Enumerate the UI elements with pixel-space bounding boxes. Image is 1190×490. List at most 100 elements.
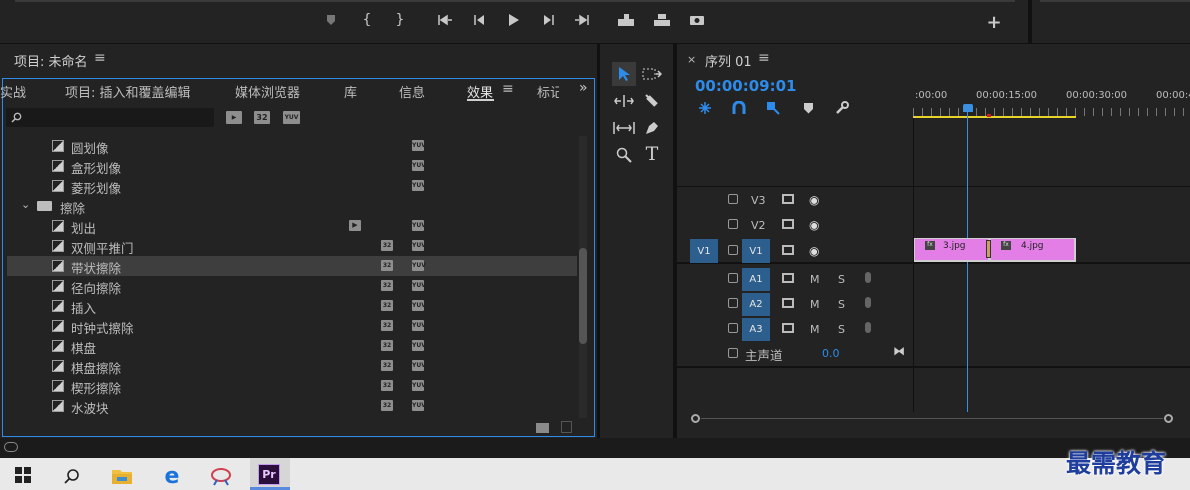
sync-lock-icon[interactable] [782, 245, 794, 255]
go-to-out-icon[interactable] [573, 12, 591, 28]
tab-markers[interactable]: 标记 [537, 82, 559, 101]
panel-menu-icon[interactable]: ≡ [94, 50, 106, 66]
scroll-handle-right[interactable] [1164, 414, 1173, 423]
track-target-a2[interactable]: A2 [742, 293, 770, 316]
lock-icon[interactable] [728, 348, 738, 358]
list-item[interactable]: 楔形擦除 32 YUV [7, 376, 577, 396]
playhead-handle[interactable] [963, 104, 973, 112]
scrollbar-thumb[interactable] [579, 248, 587, 344]
marker-icon[interactable] [324, 12, 338, 28]
folder-row[interactable]: ⌄ 擦除 [7, 196, 577, 216]
new-bin-icon[interactable] [536, 423, 549, 433]
effects-menu-icon[interactable]: ≡ [502, 81, 514, 97]
razor-tool-icon[interactable] [640, 90, 664, 112]
slip-tool-icon[interactable] [612, 117, 636, 139]
list-item[interactable]: 盒形划像 YUV [7, 156, 577, 176]
solo-button[interactable]: S [838, 323, 845, 336]
accelerated-effects-filter-icon[interactable]: ▶ [226, 111, 242, 124]
microphone-icon[interactable] [865, 297, 871, 308]
sync-lock-icon[interactable] [782, 323, 794, 333]
work-area-bar[interactable] [913, 116, 1076, 118]
time-ruler[interactable]: :00:00 00:00:15:00 00:00:30:00 00:00:4 [913, 88, 1190, 118]
tab-info[interactable]: 信息 [399, 82, 425, 101]
tab-project-insert-overwrite[interactable]: 项目: 插入和覆盖编辑 [65, 82, 191, 101]
wrench-icon[interactable] [834, 100, 850, 116]
sync-lock-icon[interactable] [782, 219, 794, 229]
windows-start-icon[interactable] [14, 466, 32, 484]
add-button[interactable]: + [985, 12, 1003, 33]
delete-icon[interactable] [561, 421, 572, 433]
mute-button[interactable]: M [810, 273, 820, 286]
effects-search-input[interactable] [6, 108, 214, 127]
list-item[interactable]: 棋盘 32 YUV [7, 336, 577, 356]
insert-icon[interactable] [616, 11, 636, 29]
type-tool-icon[interactable]: T [640, 143, 664, 165]
zoom-tool-icon[interactable] [612, 144, 636, 166]
add-marker-icon[interactable] [801, 101, 815, 115]
eye-icon[interactable]: ◉ [809, 244, 819, 258]
clip-3jpg[interactable]: fx 3.jpg [915, 239, 988, 260]
sequence-menu-icon[interactable]: ≡ [758, 50, 770, 66]
lock-icon[interactable] [728, 219, 738, 229]
sync-lock-icon[interactable] [782, 194, 794, 204]
list-item[interactable]: 划出 ▶ YUV [7, 216, 577, 236]
scroll-handle-left[interactable] [691, 414, 700, 423]
linked-selection-icon[interactable] [765, 100, 781, 116]
lock-icon[interactable] [728, 245, 738, 255]
chevron-down-icon[interactable]: ⌄ [21, 198, 30, 211]
list-item[interactable]: 菱形划像 YUV [7, 176, 577, 196]
list-item[interactable]: 双侧平推门 32 YUV [7, 236, 577, 256]
project-title[interactable]: 项目: 未命名 [14, 51, 88, 70]
go-to-icon[interactable]: ⧓ [893, 344, 905, 358]
eye-icon[interactable]: ◉ [809, 193, 819, 207]
list-item[interactable]: 棋盘擦除 32 YUV [7, 356, 577, 376]
source-patch-v1[interactable]: V1 [690, 239, 718, 263]
eye-icon[interactable]: ◉ [809, 218, 819, 232]
mute-button[interactable]: M [810, 298, 820, 311]
search-icon[interactable] [62, 466, 82, 486]
close-icon[interactable]: × [687, 53, 696, 66]
master-volume-value[interactable]: 0.0 [822, 347, 840, 360]
timecode-display[interactable]: 00:00:09:01 [695, 77, 797, 95]
lock-icon[interactable] [728, 298, 738, 308]
pen-tool-icon[interactable] [640, 117, 664, 139]
list-item[interactable]: 水波块 32 YUV [7, 396, 577, 416]
list-item[interactable]: 径向擦除 32 YUV [7, 276, 577, 296]
play-icon[interactable] [506, 11, 522, 29]
list-item-selected[interactable]: 带状擦除 32 YUV [7, 256, 577, 276]
selection-tool-icon[interactable] [612, 62, 636, 86]
sync-lock-icon[interactable] [782, 298, 794, 308]
solo-button[interactable]: S [838, 273, 845, 286]
track-label[interactable]: V2 [751, 219, 766, 232]
tab-practice[interactable]: 实战 [0, 82, 26, 101]
tab-media-browser[interactable]: 媒体浏览器 [235, 82, 300, 101]
scrub-bar[interactable] [15, 0, 1015, 2]
clip-4jpg[interactable]: fx 4.jpg [991, 239, 1074, 260]
mute-button[interactable]: M [810, 323, 820, 336]
32bit-filter-button[interactable]: 32 [254, 111, 270, 124]
playhead-line[interactable] [967, 112, 968, 412]
edge-icon[interactable]: e [160, 464, 184, 489]
mark-out-icon[interactable]: } [393, 11, 407, 29]
track-target-v1[interactable]: V1 [742, 239, 770, 263]
list-item[interactable]: 圆划像 YUV [7, 136, 577, 156]
mark-in-icon[interactable]: { [360, 11, 374, 29]
file-explorer-icon[interactable] [110, 465, 134, 487]
premiere-pro-taskbar-item[interactable]: Pr [250, 458, 290, 490]
lock-icon[interactable] [728, 273, 738, 283]
more-tabs-icon[interactable]: » [579, 80, 588, 96]
step-back-icon[interactable] [471, 12, 487, 28]
scrollbar-track[interactable] [579, 136, 587, 418]
nest-icon[interactable] [697, 100, 713, 116]
track-target-a3[interactable]: A3 [742, 318, 770, 341]
go-to-in-icon[interactable] [436, 12, 454, 28]
tab-libraries[interactable]: 库 [344, 82, 357, 101]
list-item[interactable]: 时钟式擦除 32 YUV [7, 316, 577, 336]
solo-button[interactable]: S [838, 298, 845, 311]
microphone-icon[interactable] [865, 272, 871, 283]
lock-icon[interactable] [728, 323, 738, 333]
track-target-a1[interactable]: A1 [742, 268, 770, 291]
timeline-horizontal-scrollbar[interactable] [691, 412, 1173, 424]
microphone-icon[interactable] [865, 322, 871, 333]
overwrite-icon[interactable] [652, 11, 672, 29]
